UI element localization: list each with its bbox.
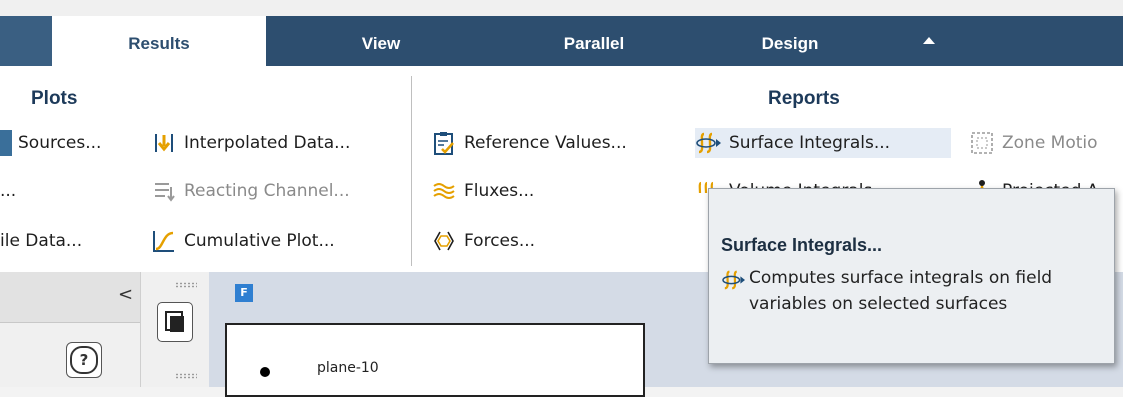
fluxes-button[interactable]: Fluxes... — [430, 176, 534, 206]
zone-motion-label: Zone Motio — [1002, 133, 1098, 153]
tab-design[interactable]: Design — [692, 16, 888, 66]
surface-integrals-label: Surface Integrals... — [729, 133, 891, 153]
reference-values-label: Reference Values... — [464, 133, 627, 153]
reacting-channel-button[interactable]: Reacting Channel... — [150, 176, 350, 206]
cumulative-plot-icon — [150, 227, 178, 255]
reacting-channel-icon — [150, 177, 178, 205]
reference-values-icon — [430, 129, 458, 157]
copy-icon — [165, 311, 184, 332]
surface-integrals-icon — [695, 129, 723, 157]
forces-icon — [430, 227, 458, 255]
ribbon-tab-bar: Results View Parallel Design — [0, 16, 1123, 66]
plots-item-2-button[interactable]: ... — [0, 176, 16, 206]
tooltip-title: Surface Integrals... — [721, 235, 883, 255]
outline-panel-header: < — [0, 272, 140, 323]
fluent-badge-icon: F — [235, 284, 253, 302]
zone-motion-button[interactable]: Zone Motio — [968, 128, 1098, 158]
surface-integrals-button[interactable]: Surface Integrals... — [695, 128, 951, 158]
legend-marker-icon — [260, 367, 270, 377]
group-title-plots: Plots — [31, 88, 78, 109]
toolbar-grip-bottom-icon[interactable] — [175, 373, 197, 379]
graphics-toolbar — [140, 272, 209, 387]
legend-item-label: plane-10 — [317, 360, 379, 376]
toolbar-grip-icon[interactable] — [175, 282, 197, 288]
tab-parallel[interactable]: Parallel — [496, 16, 692, 66]
tab-previous[interactable] — [0, 16, 52, 66]
group-title-reports: Reports — [768, 88, 840, 109]
interpolated-data-button[interactable]: Interpolated Data... — [150, 128, 350, 158]
fluxes-icon — [430, 177, 458, 205]
top-strip — [0, 0, 1123, 17]
group-divider — [411, 76, 412, 266]
help-button[interactable]: ? — [66, 342, 102, 378]
cumulative-plot-button[interactable]: Cumulative Plot... — [150, 226, 335, 256]
cumulative-plot-label: Cumulative Plot... — [184, 231, 335, 251]
interpolated-data-label: Interpolated Data... — [184, 133, 351, 153]
sources-button[interactable]: Sources... — [0, 128, 101, 158]
zone-motion-icon — [968, 129, 996, 157]
sources-label: Sources... — [18, 133, 102, 153]
profile-data-label: ile Data... — [0, 231, 83, 251]
tooltip-description: Computes surface integrals on field vari… — [749, 268, 1053, 314]
forces-button[interactable]: Forces... — [430, 226, 535, 256]
tooltip: Surface Integrals... Computes surface in… — [708, 188, 1115, 364]
collapse-panel-button[interactable]: < — [118, 284, 133, 305]
collapse-ribbon-icon[interactable] — [922, 35, 936, 45]
forces-label: Forces... — [464, 231, 536, 251]
legend-box: plane-10 — [225, 323, 645, 397]
fluxes-label: Fluxes... — [464, 181, 535, 201]
reference-values-button[interactable]: Reference Values... — [430, 128, 627, 158]
sources-icon — [0, 130, 12, 156]
profile-data-button[interactable]: ile Data... — [0, 226, 82, 256]
outline-panel: < ? — [0, 272, 140, 387]
copy-view-button[interactable] — [157, 302, 193, 342]
tab-view[interactable]: View — [266, 16, 496, 66]
help-icon: ? — [70, 346, 98, 374]
interpolated-data-icon — [150, 129, 178, 157]
tab-results[interactable]: Results — [52, 16, 266, 66]
reacting-channel-label: Reacting Channel... — [184, 181, 350, 201]
plots-item-2-label: ... — [0, 181, 17, 201]
surface-integrals-tooltip-icon — [721, 269, 747, 295]
